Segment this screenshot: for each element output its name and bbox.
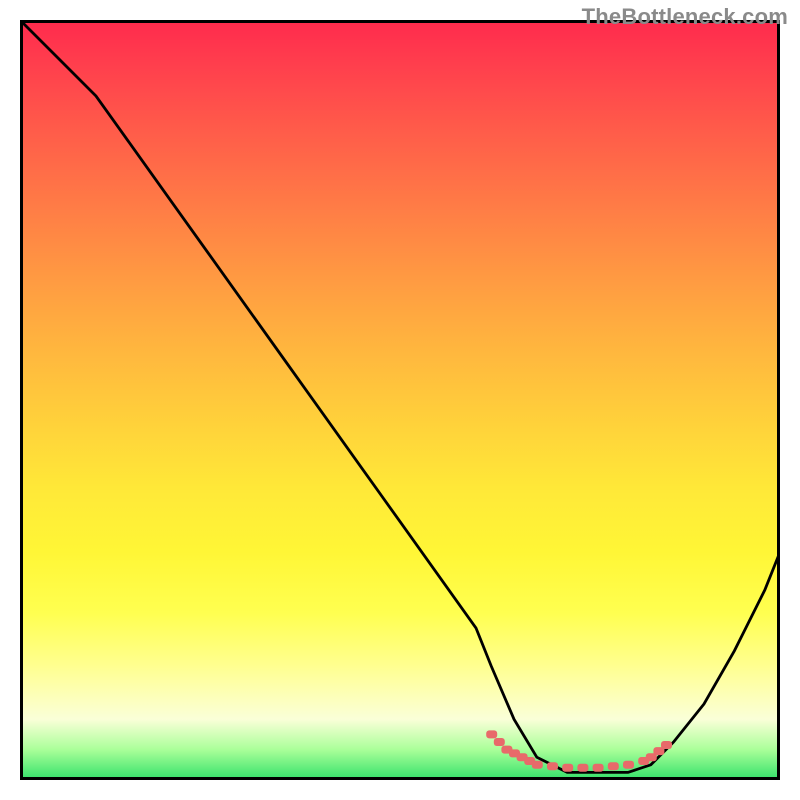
marker-dot xyxy=(532,761,543,769)
chart-container: TheBottleneck.com xyxy=(0,0,800,800)
marker-dot xyxy=(577,764,588,772)
plot-area xyxy=(20,20,780,780)
marker-dot xyxy=(608,762,619,770)
watermark-text: TheBottleneck.com xyxy=(582,4,788,30)
marker-dot xyxy=(494,738,505,746)
curve-path xyxy=(20,20,780,772)
marker-dot xyxy=(661,741,672,749)
marker-dot xyxy=(562,764,573,772)
bottleneck-curve-line xyxy=(20,20,780,772)
chart-svg xyxy=(20,20,780,780)
marker-dot xyxy=(623,761,634,769)
marker-dot xyxy=(593,764,604,772)
marker-dot xyxy=(486,730,497,738)
marker-dot xyxy=(547,762,558,770)
